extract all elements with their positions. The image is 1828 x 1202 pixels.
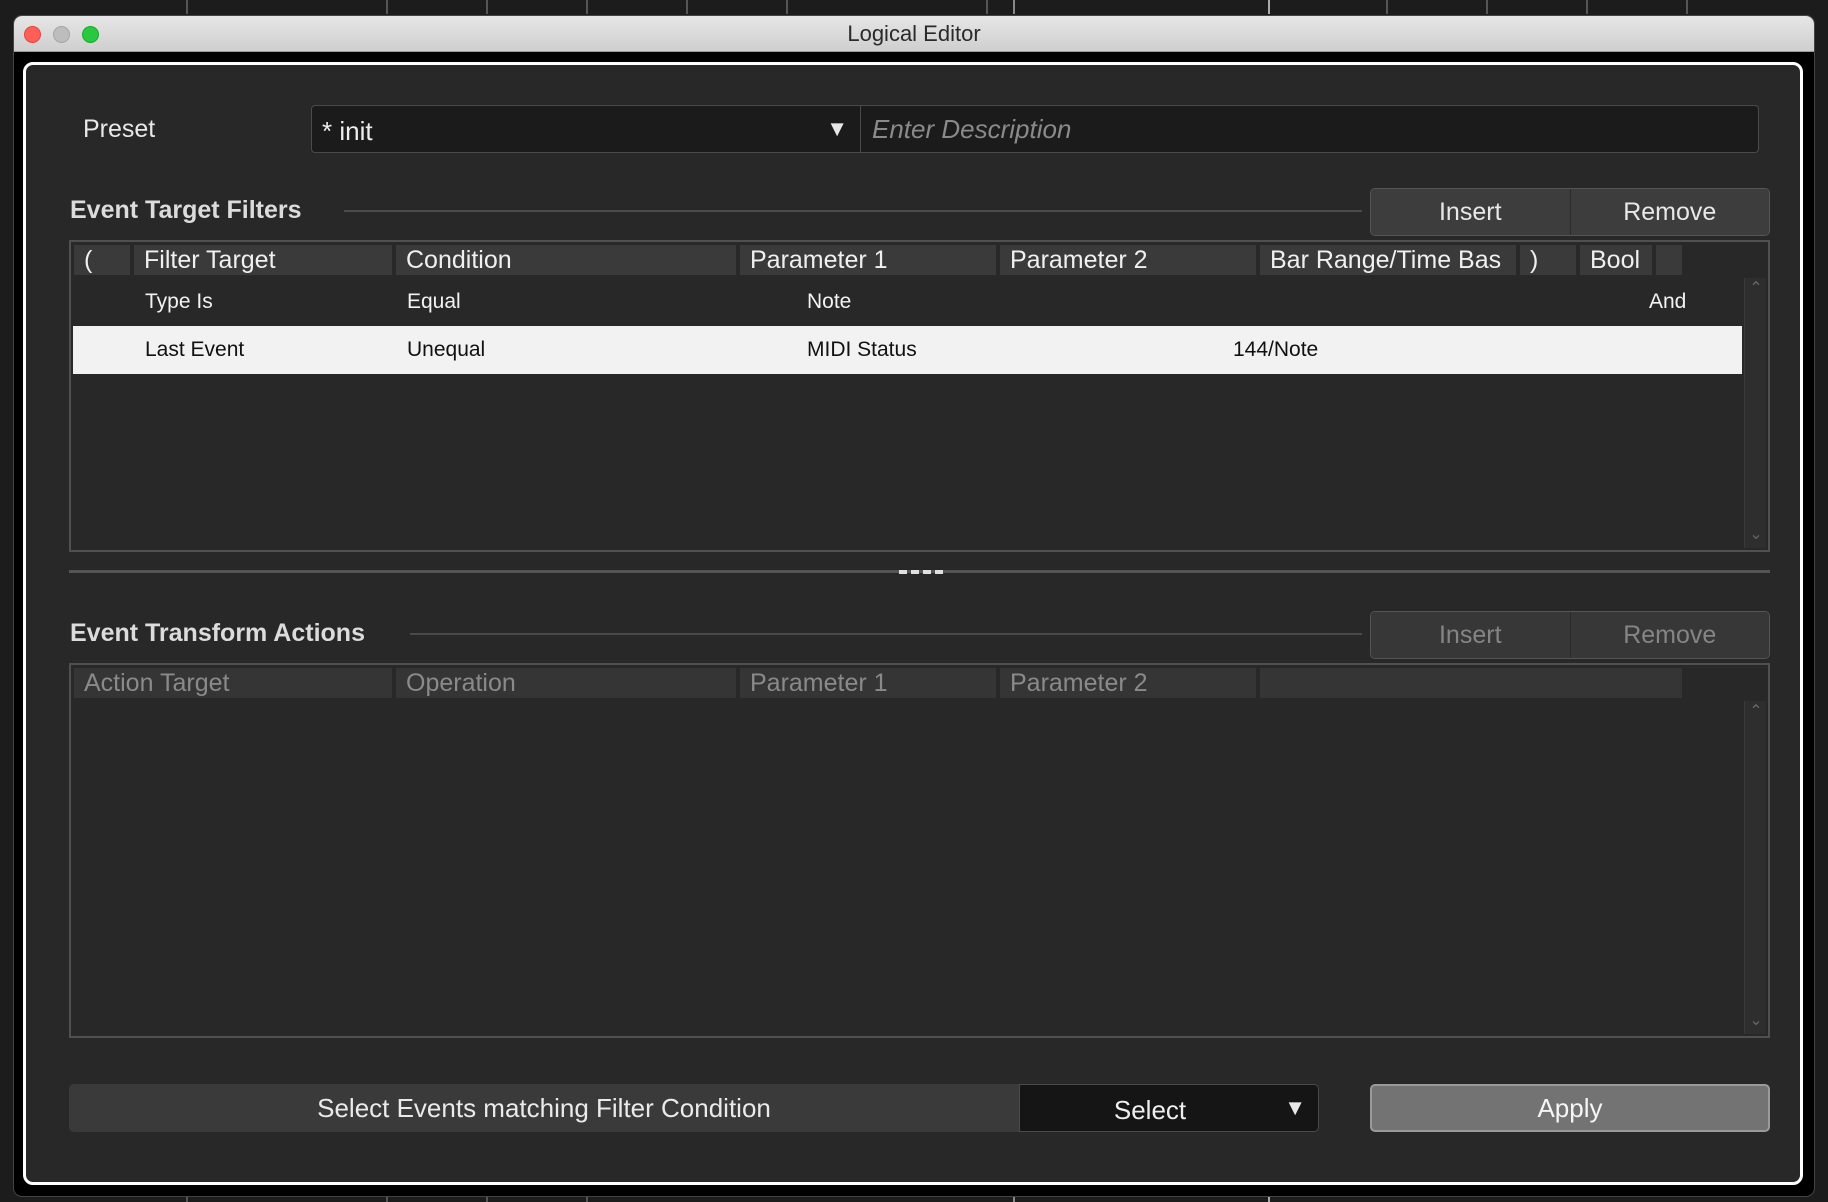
actions-section-title: Event Transform Actions (70, 619, 365, 647)
scroll-down-icon[interactable]: ⌄ (1745, 1010, 1767, 1030)
cell-condition: Unequal (407, 338, 486, 361)
dropdown-arrow-icon: ▼ (826, 116, 848, 141)
scroll-up-icon[interactable]: ⌃ (1745, 278, 1767, 298)
actions-button-group: Insert Remove (1370, 611, 1770, 659)
splitter-grip-icon[interactable] (899, 570, 945, 574)
cell-filter-target: Type Is (145, 290, 213, 313)
column-header-parameter-2[interactable]: Parameter 2 (1000, 245, 1256, 275)
cell-parameter-2: 144/Note (1233, 338, 1319, 361)
column-header-filler (1656, 245, 1682, 275)
filters-table[interactable]: ( Filter Target Condition Parameter 1 Pa… (69, 240, 1770, 552)
filters-remove-button[interactable]: Remove (1570, 189, 1769, 235)
filters-scrollbar[interactable]: ⌃ ⌄ (1744, 278, 1766, 548)
actions-section-rule (410, 633, 1362, 635)
column-header-action-target[interactable]: Action Target (74, 668, 392, 698)
column-header-operation[interactable]: Operation (396, 668, 736, 698)
function-mode-dropdown[interactable]: Select ▼ (1019, 1084, 1319, 1132)
column-header-parameter-1[interactable]: Parameter 1 (740, 245, 996, 275)
filters-insert-button[interactable]: Insert (1371, 189, 1571, 235)
logical-editor-window: Logical Editor Preset * init ▼ Event Tar… (14, 16, 1814, 1196)
column-header-filler (1260, 668, 1682, 698)
apply-button[interactable]: Apply (1370, 1084, 1770, 1132)
description-input[interactable] (861, 105, 1759, 153)
title-bar[interactable]: Logical Editor (14, 16, 1814, 52)
column-header-bool[interactable]: Bool (1580, 245, 1652, 275)
column-header-parameter-2[interactable]: Parameter 2 (1000, 668, 1256, 698)
cell-parameter-1: Note (807, 290, 852, 313)
column-header-condition[interactable]: Condition (396, 245, 736, 275)
function-label: Select Events matching Filter Condition (69, 1084, 1019, 1132)
actions-table[interactable]: Action Target Operation Parameter 1 Para… (69, 663, 1770, 1038)
actions-insert-button[interactable]: Insert (1371, 612, 1571, 658)
cell-bool: And (1649, 290, 1687, 313)
column-header-close-paren[interactable]: ) (1520, 245, 1576, 275)
window-title: Logical Editor (847, 21, 981, 46)
scroll-down-icon[interactable]: ⌄ (1745, 524, 1767, 544)
filters-section-rule (344, 210, 1362, 212)
column-header-parameter-1[interactable]: Parameter 1 (740, 668, 996, 698)
cell-condition: Equal (407, 290, 461, 313)
cell-parameter-1: MIDI Status (807, 338, 917, 361)
preset-label: Preset (83, 115, 156, 143)
preset-selected-value: * init (322, 116, 373, 146)
filters-button-group: Insert Remove (1370, 188, 1770, 236)
filters-section-title: Event Target Filters (70, 196, 302, 224)
column-header-bar-range[interactable]: Bar Range/Time Bas (1260, 245, 1516, 275)
scroll-up-icon[interactable]: ⌃ (1745, 701, 1767, 721)
actions-remove-button[interactable]: Remove (1570, 612, 1769, 658)
filter-row[interactable]: Type Is Equal Note And (73, 278, 1742, 326)
filter-row-selected[interactable]: Last Event Unequal MIDI Status 144/Note (73, 326, 1742, 374)
editor-panel: Preset * init ▼ Event Target Filters Ins… (23, 62, 1803, 1185)
column-header-open-paren[interactable]: ( (74, 245, 130, 275)
column-header-filter-target[interactable]: Filter Target (134, 245, 392, 275)
cell-filter-target: Last Event (145, 338, 245, 361)
dropdown-arrow-icon: ▼ (1284, 1095, 1306, 1120)
preset-dropdown[interactable]: * init ▼ (311, 105, 861, 153)
function-mode-value: Select (1113, 1095, 1187, 1125)
actions-scrollbar[interactable]: ⌃ ⌄ (1744, 701, 1766, 1034)
